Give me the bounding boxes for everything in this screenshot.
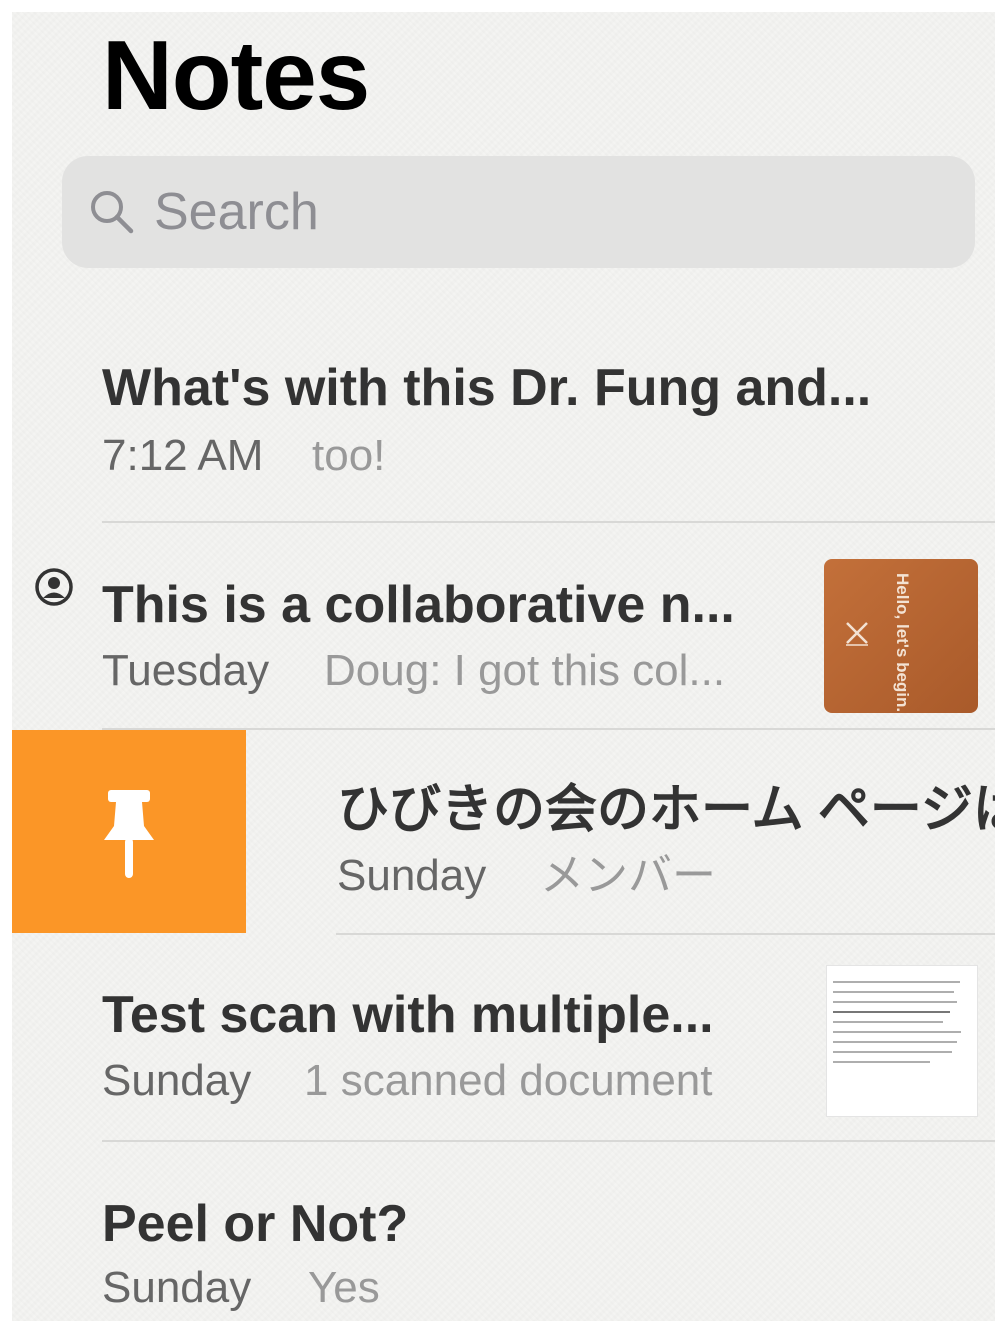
note-row-swiped[interactable]: ひびきの会のホーム ページは Sunday メンバー xyxy=(12,730,995,933)
note-date: 7:12 AM xyxy=(102,431,264,480)
search-input[interactable] xyxy=(154,176,934,248)
doc-line xyxy=(833,1051,952,1053)
doc-line xyxy=(833,1041,958,1043)
note-row[interactable]: This is a collaborative n... Tuesday Dou… xyxy=(12,523,995,728)
note-title: This is a collaborative n... xyxy=(102,576,735,634)
pin-action-button[interactable] xyxy=(12,730,246,933)
note-title: ひびきの会のホーム ページは xyxy=(337,781,995,839)
doc-line xyxy=(833,981,960,983)
note-snippet: メンバー xyxy=(540,851,716,900)
brand-logo-icon xyxy=(846,622,868,646)
page-title: Notes xyxy=(102,20,370,130)
doc-line xyxy=(833,1001,958,1003)
note-title: Test scan with multiple... xyxy=(102,986,714,1044)
note-row[interactable]: What's with this Dr. Fung and... 7:12 AM… xyxy=(12,342,995,522)
note-title: What's with this Dr. Fung and... xyxy=(102,359,872,417)
doc-line xyxy=(833,1061,930,1063)
note-date: Tuesday xyxy=(102,646,270,695)
notes-screen: Notes What's with this Dr. Fung and... 7… xyxy=(12,12,995,1321)
note-snippet: Yes xyxy=(308,1263,380,1312)
pin-icon xyxy=(104,790,154,878)
scanned-document-thumbnail xyxy=(826,965,978,1117)
note-snippet: 1 scanned document xyxy=(304,1056,713,1105)
doc-line xyxy=(833,1021,944,1023)
note-snippet: too! xyxy=(312,431,386,480)
thumbnail-text: Hello, let's begin. xyxy=(893,573,912,713)
note-date: Sunday xyxy=(337,851,487,900)
shared-person-icon xyxy=(35,568,73,606)
note-row[interactable]: Peel or Not? Sunday Yes xyxy=(12,1142,995,1321)
note-snippet: Doug: I got this col... xyxy=(324,646,726,695)
doc-line xyxy=(833,991,955,993)
search-icon xyxy=(91,191,134,234)
note-date: Sunday xyxy=(102,1056,252,1105)
note-thumbnail: Hello, let's begin. xyxy=(824,559,978,713)
note-date: Sunday xyxy=(102,1263,252,1312)
doc-line xyxy=(833,1031,962,1033)
note-row[interactable]: Test scan with multiple... Sunday 1 scan… xyxy=(12,935,995,1140)
search-bar[interactable] xyxy=(62,156,975,268)
note-title: Peel or Not? xyxy=(102,1195,409,1253)
doc-line xyxy=(833,1011,951,1013)
